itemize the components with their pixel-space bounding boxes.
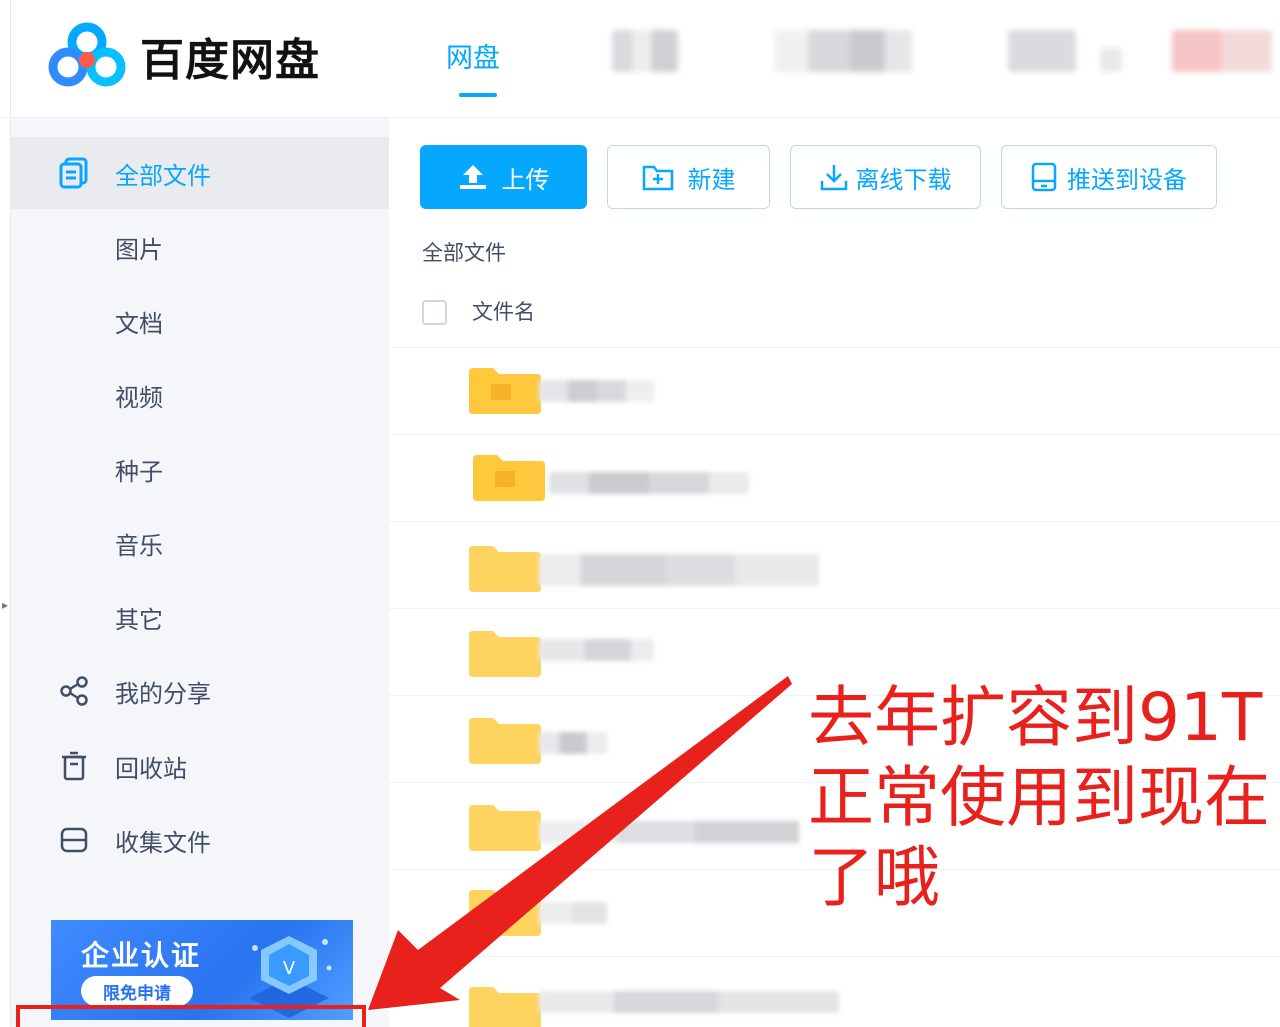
- sidebar-item-label: 回收站: [115, 754, 187, 783]
- folder-icon: [469, 718, 541, 764]
- trash-icon: [58, 750, 90, 782]
- collect-icon: [58, 824, 90, 856]
- file-row[interactable]: [389, 956, 1280, 1027]
- annotation-line-1: 去年扩容到91T: [808, 679, 1263, 756]
- cloud-logo-icon: [48, 22, 126, 87]
- blurred-nav-item[interactable]: [774, 30, 912, 72]
- new-label: 新建: [687, 165, 736, 194]
- sidebar-item-documents[interactable]: 文档: [11, 285, 389, 357]
- sidebar-item-videos[interactable]: 视频: [11, 359, 389, 431]
- folder-icon: [469, 987, 541, 1027]
- sidebar-item-label: 我的分享: [115, 679, 211, 708]
- share-icon: [58, 675, 90, 707]
- upload-icon: [458, 163, 488, 191]
- folder-icon: [469, 631, 541, 677]
- new-folder-icon: [642, 163, 674, 191]
- files-icon: [58, 157, 90, 189]
- folder-icon: [473, 455, 545, 501]
- file-row[interactable]: [389, 347, 1280, 434]
- file-name: [539, 821, 799, 843]
- red-highlight-box: [16, 1005, 366, 1027]
- file-name: [539, 380, 654, 402]
- file-name: [539, 554, 819, 586]
- file-row[interactable]: [389, 521, 1280, 608]
- app-header: 百度网盘 网盘: [0, 0, 1280, 118]
- breadcrumb[interactable]: 全部文件: [422, 237, 506, 267]
- blurred-nav-item[interactable]: [1100, 48, 1122, 72]
- sidebar-item-label: 视频: [115, 383, 163, 412]
- upload-button[interactable]: 上传: [420, 145, 587, 209]
- sidebar-item-label: 图片: [115, 235, 163, 264]
- sidebar-item-torrents[interactable]: 种子: [11, 433, 389, 505]
- download-icon: [820, 163, 848, 191]
- folder-icon: [469, 805, 541, 851]
- brand-logo[interactable]: 百度网盘: [48, 22, 320, 90]
- red-annotation-text: 去年扩容到91T 正常使用到现在 了哦: [808, 678, 1270, 918]
- file-row[interactable]: [389, 434, 1280, 521]
- blurred-nav-item[interactable]: [1008, 30, 1076, 72]
- brand-name: 百度网盘: [140, 35, 320, 86]
- sidebar-item-label: 全部文件: [115, 161, 211, 190]
- file-name: [539, 639, 654, 661]
- sidebar-item-my-shares[interactable]: 我的分享: [11, 655, 389, 727]
- blurred-nav-item[interactable]: [612, 30, 678, 72]
- upload-label: 上传: [501, 165, 550, 194]
- offline-download-label: 离线下载: [855, 165, 952, 194]
- svg-text:V: V: [283, 958, 296, 979]
- folder-icon: [469, 368, 541, 414]
- folder-icon: [469, 546, 541, 592]
- sidebar-item-recycle-bin[interactable]: 回收站: [11, 730, 389, 802]
- file-name: [539, 991, 839, 1013]
- file-name: [549, 472, 749, 494]
- column-header-filename[interactable]: 文件名: [472, 296, 535, 326]
- sidebar-item-label: 音乐: [115, 531, 163, 560]
- blurred-nav-item[interactable]: [1172, 30, 1272, 72]
- sidebar-item-label: 其它: [115, 605, 163, 634]
- annotation-line-2: 正常使用到现在: [808, 759, 1270, 836]
- push-to-device-button[interactable]: 推送到设备: [1001, 145, 1217, 209]
- sidebar-item-label: 文档: [115, 309, 163, 338]
- device-icon: [1031, 162, 1057, 192]
- select-all-checkbox[interactable]: [422, 300, 447, 325]
- promo-title: 企业认证: [81, 939, 202, 972]
- sidebar-item-collect-files[interactable]: 收集文件: [11, 804, 389, 876]
- annotation-line-3: 了哦: [808, 839, 940, 916]
- tab-netdisk[interactable]: 网盘: [446, 36, 500, 75]
- folder-icon: [469, 890, 541, 936]
- sidebar-item-music[interactable]: 音乐: [11, 507, 389, 579]
- promo-apply-button[interactable]: 限免申请: [81, 976, 193, 1006]
- file-name: [539, 902, 607, 924]
- active-tab-indicator: [459, 93, 497, 97]
- sidebar-item-label: 收集文件: [115, 828, 211, 857]
- sidebar-item-label: 种子: [115, 457, 163, 486]
- sidebar-item-images[interactable]: 图片: [11, 211, 389, 283]
- file-name: [539, 732, 607, 754]
- sidebar-item-all-files[interactable]: 全部文件: [11, 137, 389, 209]
- offline-download-button[interactable]: 离线下载: [790, 145, 981, 209]
- sidebar-item-other[interactable]: 其它: [11, 581, 389, 653]
- collapse-arrow-icon[interactable]: ▸: [2, 598, 8, 612]
- new-folder-button[interactable]: 新建: [607, 145, 770, 209]
- push-to-device-label: 推送到设备: [1067, 165, 1187, 194]
- sidebar: 全部文件 图片 文档 视频 种子 音乐 其它 我的分享 回收站 收集文件 企业认…: [11, 118, 389, 1027]
